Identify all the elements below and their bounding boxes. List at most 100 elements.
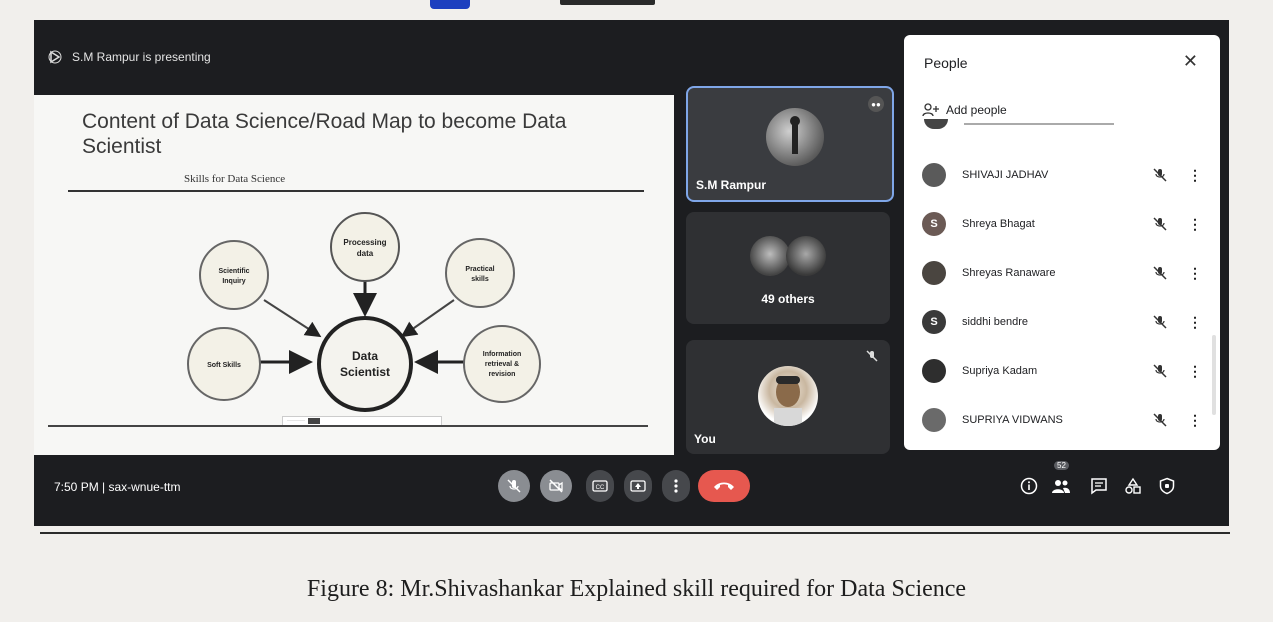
chat-button[interactable] (1088, 475, 1110, 497)
camera-toggle-button[interactable] (540, 470, 572, 502)
node-soft-skills: Soft Skills (187, 327, 261, 401)
activities-button[interactable] (1122, 475, 1144, 497)
more-vertical-icon[interactable]: ⋮ (1188, 216, 1202, 233)
captions-icon: CC (592, 480, 608, 492)
cutoff-participant-row (924, 119, 1184, 133)
more-vertical-icon[interactable]: ⋮ (1188, 167, 1202, 184)
page-divider (40, 532, 1230, 534)
mic-off-icon (1153, 364, 1167, 378)
arrow-scientific (263, 299, 322, 338)
host-controls-button[interactable] (1156, 475, 1178, 497)
heading-fragment-dark (560, 0, 655, 5)
activities-icon (1125, 477, 1141, 494)
mic-off-icon (507, 479, 521, 493)
captions-button[interactable]: CC (586, 470, 614, 502)
participant-row[interactable]: Ssiddhi bendre ⋮ (922, 302, 1212, 342)
mic-off-icon (1153, 266, 1167, 280)
mic-off-icon (1153, 315, 1167, 329)
arrow-practical (400, 299, 455, 338)
participant-avatar (922, 261, 946, 285)
present-icon (48, 50, 62, 64)
person-silhouette-icon (790, 116, 800, 154)
node-practical: Practical skills (445, 238, 515, 308)
meeting-time-code: 7:50 PM | sax-wnue-ttm (54, 480, 181, 494)
participant-avatar (922, 163, 946, 187)
presentation-slide: Content of Data Science/Road Map to beco… (34, 95, 674, 455)
people-scrollbar[interactable] (1212, 335, 1216, 415)
more-options-button[interactable] (662, 470, 690, 502)
svg-text:Scientist: Scientist (340, 365, 390, 379)
participant-count-badge: 52 (1054, 461, 1069, 470)
node-information: Information retrieval & revision (463, 325, 541, 403)
participant-row[interactable]: Shreyas Ranaware ⋮ (922, 253, 1212, 293)
svg-text:Inquiry: Inquiry (222, 278, 245, 285)
hint-button (307, 418, 321, 424)
hang-up-icon (714, 482, 734, 490)
participant-name: SHIVAJI JADHAV (962, 169, 1049, 181)
muted-mic-icon (866, 350, 878, 362)
participant-name: Shreya Bhagat (962, 218, 1035, 230)
page-heading-fragment (0, 0, 1273, 10)
presenting-label: S.M Rampur is presenting (72, 50, 211, 64)
end-call-button[interactable] (698, 470, 750, 502)
speaking-indicator-icon: ●● (868, 96, 884, 112)
self-name: You (694, 432, 716, 446)
node-data-scientist: Data Scientist (317, 316, 413, 412)
participant-row[interactable]: SHIVAJI JADHAV ⋮ (922, 155, 1212, 195)
more-vertical-icon[interactable]: ⋮ (1188, 314, 1202, 331)
present-screen-icon (630, 480, 646, 492)
presenting-bar: S.M Rampur is presenting (48, 45, 211, 69)
slide-bottom-divider (48, 425, 648, 427)
more-vertical-icon (674, 479, 678, 493)
participant-name: SUPRIYA VIDWANS (962, 414, 1063, 426)
svg-text:Practical: Practical (465, 266, 494, 273)
shield-icon (1159, 477, 1175, 495)
participant-avatar (922, 408, 946, 432)
chat-icon (1091, 478, 1107, 495)
people-panel: People ✕ Add people SHIVAJI JADHAV ⋮ S Shre… (904, 35, 1220, 450)
svg-text:skills: skills (471, 276, 489, 283)
participant-row[interactable]: S Shreya Bhagat ⋮ (922, 204, 1212, 244)
mic-off-icon (1153, 413, 1167, 427)
others-avatar-2 (786, 236, 826, 276)
more-vertical-icon[interactable]: ⋮ (1188, 265, 1202, 282)
mic-off-icon (1153, 168, 1167, 182)
add-people-button[interactable]: Add people (922, 103, 1007, 117)
add-person-icon (922, 103, 939, 117)
more-vertical-icon[interactable]: ⋮ (1188, 363, 1202, 380)
svg-text:Information: Information (483, 351, 522, 358)
self-tile[interactable]: You (686, 340, 890, 454)
mic-toggle-button[interactable] (498, 470, 530, 502)
meeting-details-button[interactable] (1018, 475, 1040, 497)
mic-off-icon (1153, 217, 1167, 231)
hint-text-placeholder: ········· (287, 418, 305, 424)
svg-text:Soft Skills: Soft Skills (207, 362, 241, 369)
participant-name: Shreyas Ranaware (962, 267, 1056, 279)
presenter-name: S.M Rampur (696, 178, 767, 192)
close-icon[interactable]: ✕ (1183, 51, 1198, 72)
participant-avatar: S (922, 212, 946, 236)
node-processing: Processing data (330, 212, 400, 282)
participant-row[interactable]: SUPRIYA VIDWANS ⋮ (922, 400, 1212, 440)
participant-avatar: S (922, 310, 946, 334)
svg-text:Scientific: Scientific (218, 268, 249, 275)
svg-text:CC: CC (596, 485, 605, 491)
camera-off-icon (549, 479, 563, 493)
svg-text:data: data (357, 249, 374, 258)
participant-avatar (922, 359, 946, 383)
more-vertical-icon[interactable]: ⋮ (1188, 412, 1202, 429)
meet-window: S.M Rampur is presenting Content of Data… (34, 20, 1229, 526)
people-panel-title: People (924, 55, 968, 71)
heading-fragment-blue (430, 0, 470, 9)
participant-name: siddhi bendre (962, 316, 1029, 328)
people-icon (1052, 480, 1070, 493)
add-people-label: Add people (946, 103, 1007, 117)
skills-diagram: Processing data Scientific Inquiry Pract… (187, 212, 541, 412)
presenter-tile[interactable]: ●● S.M Rampur (686, 86, 894, 202)
others-tile[interactable]: 49 others (686, 212, 890, 324)
svg-text:Processing: Processing (343, 238, 386, 247)
present-screen-button[interactable] (624, 470, 652, 502)
people-button[interactable] (1050, 475, 1072, 497)
face-icon (774, 376, 802, 426)
participant-row[interactable]: Supriya Kadam ⋮ (922, 351, 1212, 391)
